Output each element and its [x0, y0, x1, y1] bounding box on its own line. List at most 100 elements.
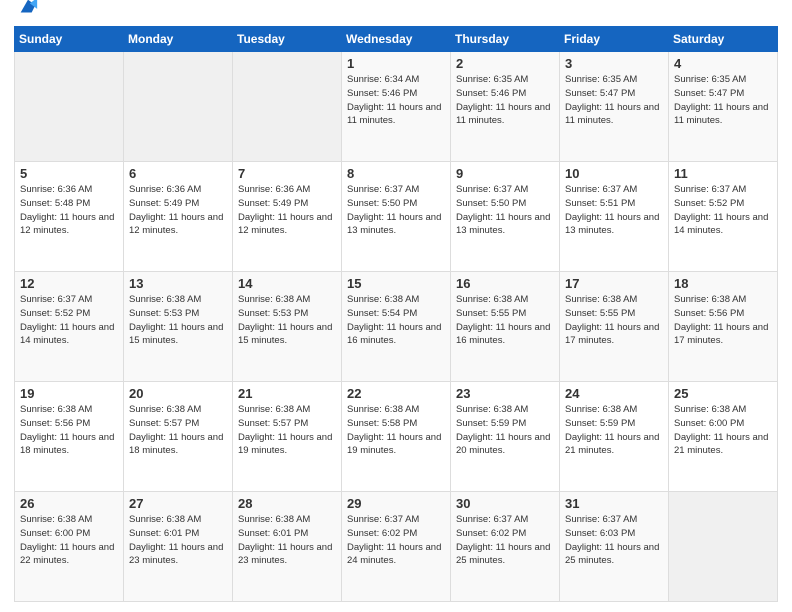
calendar-cell: 2Sunrise: 6:35 AM Sunset: 5:46 PM Daylig…	[451, 52, 560, 162]
calendar-cell: 25Sunrise: 6:38 AM Sunset: 6:00 PM Dayli…	[669, 382, 778, 492]
day-info: Sunrise: 6:38 AM Sunset: 5:54 PM Dayligh…	[347, 293, 445, 348]
calendar-cell: 26 Sunrise: 6:38 AM Sunset: 6:00 PM Dayli…	[15, 492, 124, 602]
day-number: 14	[238, 276, 336, 291]
header-tuesday: Tuesday	[233, 27, 342, 52]
day-number: 11	[674, 166, 772, 181]
calendar-cell: 9 Sunrise: 6:37 AM Sunset: 5:50 PM Daylig…	[451, 162, 560, 272]
calendar-cell: 24 Sunrise: 6:38 AM Sunset: 5:59 PM Dayli…	[560, 382, 669, 492]
calendar-week-4: 26 Sunrise: 6:38 AM Sunset: 6:00 PM Dayli…	[15, 492, 778, 602]
calendar-cell: 16Sunrise: 6:38 AM Sunset: 5:55 PM Dayli…	[451, 272, 560, 382]
calendar-cell: 13 Sunrise: 6:38 AM Sunset: 5:53 PM Dayli…	[124, 272, 233, 382]
header-wednesday: Wednesday	[342, 27, 451, 52]
day-number: 27	[129, 496, 227, 511]
day-info: Sunrise: 6:37 AM Sunset: 5:51 PM Dayligh…	[565, 183, 663, 238]
day-number: 7	[238, 166, 336, 181]
day-number: 15	[347, 276, 445, 291]
day-number: 10	[565, 166, 663, 181]
calendar-cell: 12 Sunrise: 6:37 AM Sunset: 5:52 PM Dayli…	[15, 272, 124, 382]
calendar-cell: 15 Sunrise: 6:38 AM Sunset: 5:54 PM Dayli…	[342, 272, 451, 382]
calendar-cell: 1 Sunrise: 6:34 AM Sunset: 5:46 PM Daylig…	[342, 52, 451, 162]
header-thursday: Thursday	[451, 27, 560, 52]
calendar-cell: 21Sunrise: 6:38 AM Sunset: 5:57 PM Dayli…	[233, 382, 342, 492]
header-sunday: Sunday	[15, 27, 124, 52]
day-number: 8	[347, 166, 445, 181]
calendar-cell: 14Sunrise: 6:38 AM Sunset: 5:53 PM Dayli…	[233, 272, 342, 382]
calendar-table: Sunday Monday Tuesday Wednesday Thursday…	[14, 26, 778, 602]
day-number: 22	[347, 386, 445, 401]
day-info: Sunrise: 6:36 AM Sunset: 5:49 PM Dayligh…	[238, 183, 336, 238]
day-number: 30	[456, 496, 554, 511]
day-number: 4	[674, 56, 772, 71]
header-saturday: Saturday	[669, 27, 778, 52]
day-info: Sunrise: 6:35 AM Sunset: 5:47 PM Dayligh…	[674, 73, 772, 128]
calendar-cell: 31Sunrise: 6:37 AM Sunset: 6:03 PM Dayli…	[560, 492, 669, 602]
day-info: Sunrise: 6:37 AM Sunset: 5:52 PM Dayligh…	[674, 183, 772, 238]
calendar-cell: 27 Sunrise: 6:38 AM Sunset: 6:01 PM Dayli…	[124, 492, 233, 602]
day-number: 26	[20, 496, 118, 511]
day-info: Sunrise: 6:38 AM Sunset: 5:56 PM Dayligh…	[674, 293, 772, 348]
calendar-cell: 11 Sunrise: 6:37 AM Sunset: 5:52 PM Dayli…	[669, 162, 778, 272]
day-number: 9	[456, 166, 554, 181]
calendar-cell: 8 Sunrise: 6:37 AM Sunset: 5:50 PM Daylig…	[342, 162, 451, 272]
day-info: Sunrise: 6:37 AM Sunset: 6:02 PM Dayligh…	[347, 513, 445, 568]
day-info: Sunrise: 6:38 AM Sunset: 5:53 PM Dayligh…	[129, 293, 227, 348]
day-info: Sunrise: 6:38 AM Sunset: 5:57 PM Dayligh…	[238, 403, 336, 458]
calendar-week-2: 12 Sunrise: 6:37 AM Sunset: 5:52 PM Dayli…	[15, 272, 778, 382]
calendar-cell: 29 Sunrise: 6:37 AM Sunset: 6:02 PM Dayli…	[342, 492, 451, 602]
day-number: 18	[674, 276, 772, 291]
calendar-cell: 23 Sunrise: 6:38 AM Sunset: 5:59 PM Dayli…	[451, 382, 560, 492]
calendar-week-0: 1 Sunrise: 6:34 AM Sunset: 5:46 PM Daylig…	[15, 52, 778, 162]
day-number: 6	[129, 166, 227, 181]
day-info: Sunrise: 6:37 AM Sunset: 6:02 PM Dayligh…	[456, 513, 554, 568]
day-info: Sunrise: 6:38 AM Sunset: 6:00 PM Dayligh…	[20, 513, 118, 568]
day-info: Sunrise: 6:38 AM Sunset: 5:58 PM Dayligh…	[347, 403, 445, 458]
day-info: Sunrise: 6:36 AM Sunset: 5:48 PM Dayligh…	[20, 183, 118, 238]
day-number: 3	[565, 56, 663, 71]
day-info: Sunrise: 6:38 AM Sunset: 5:59 PM Dayligh…	[456, 403, 554, 458]
logo-icon	[17, 0, 39, 18]
day-number: 5	[20, 166, 118, 181]
day-info: Sunrise: 6:35 AM Sunset: 5:47 PM Dayligh…	[565, 73, 663, 128]
calendar-cell: 10 Sunrise: 6:37 AM Sunset: 5:51 PM Dayli…	[560, 162, 669, 272]
day-info: Sunrise: 6:37 AM Sunset: 6:03 PM Dayligh…	[565, 513, 663, 568]
day-number: 17	[565, 276, 663, 291]
day-info: Sunrise: 6:38 AM Sunset: 6:01 PM Dayligh…	[129, 513, 227, 568]
calendar-cell: 4 Sunrise: 6:35 AM Sunset: 5:47 PM Daylig…	[669, 52, 778, 162]
day-number: 28	[238, 496, 336, 511]
day-number: 23	[456, 386, 554, 401]
day-info: Sunrise: 6:37 AM Sunset: 5:50 PM Dayligh…	[456, 183, 554, 238]
calendar-cell: 30 Sunrise: 6:37 AM Sunset: 6:02 PM Dayli…	[451, 492, 560, 602]
day-number: 19	[20, 386, 118, 401]
day-number: 24	[565, 386, 663, 401]
calendar-cell: 19Sunrise: 6:38 AM Sunset: 5:56 PM Dayli…	[15, 382, 124, 492]
day-number: 1	[347, 56, 445, 71]
calendar-cell: 3 Sunrise: 6:35 AM Sunset: 5:47 PM Daylig…	[560, 52, 669, 162]
calendar-cell	[15, 52, 124, 162]
header-friday: Friday	[560, 27, 669, 52]
calendar-cell	[669, 492, 778, 602]
calendar-week-1: 5 Sunrise: 6:36 AM Sunset: 5:48 PM Daylig…	[15, 162, 778, 272]
page: Sunday Monday Tuesday Wednesday Thursday…	[0, 0, 792, 612]
calendar-header-row: Sunday Monday Tuesday Wednesday Thursday…	[15, 27, 778, 52]
logo	[14, 10, 39, 18]
day-info: Sunrise: 6:38 AM Sunset: 6:00 PM Dayligh…	[674, 403, 772, 458]
day-info: Sunrise: 6:34 AM Sunset: 5:46 PM Dayligh…	[347, 73, 445, 128]
day-info: Sunrise: 6:37 AM Sunset: 5:50 PM Dayligh…	[347, 183, 445, 238]
calendar-cell: 28 Sunrise: 6:38 AM Sunset: 6:01 PM Dayli…	[233, 492, 342, 602]
day-info: Sunrise: 6:37 AM Sunset: 5:52 PM Dayligh…	[20, 293, 118, 348]
day-info: Sunrise: 6:38 AM Sunset: 5:59 PM Dayligh…	[565, 403, 663, 458]
calendar-cell	[233, 52, 342, 162]
calendar-cell	[124, 52, 233, 162]
day-number: 13	[129, 276, 227, 291]
calendar-cell: 20Sunrise: 6:38 AM Sunset: 5:57 PM Dayli…	[124, 382, 233, 492]
calendar-cell: 22 Sunrise: 6:38 AM Sunset: 5:58 PM Dayli…	[342, 382, 451, 492]
day-number: 20	[129, 386, 227, 401]
day-number: 29	[347, 496, 445, 511]
calendar-cell: 6Sunrise: 6:36 AM Sunset: 5:49 PM Daylig…	[124, 162, 233, 272]
header-monday: Monday	[124, 27, 233, 52]
day-number: 12	[20, 276, 118, 291]
calendar-cell: 7 Sunrise: 6:36 AM Sunset: 5:49 PM Daylig…	[233, 162, 342, 272]
day-info: Sunrise: 6:38 AM Sunset: 6:01 PM Dayligh…	[238, 513, 336, 568]
calendar-cell: 17Sunrise: 6:38 AM Sunset: 5:55 PM Dayli…	[560, 272, 669, 382]
day-info: Sunrise: 6:35 AM Sunset: 5:46 PM Dayligh…	[456, 73, 554, 128]
